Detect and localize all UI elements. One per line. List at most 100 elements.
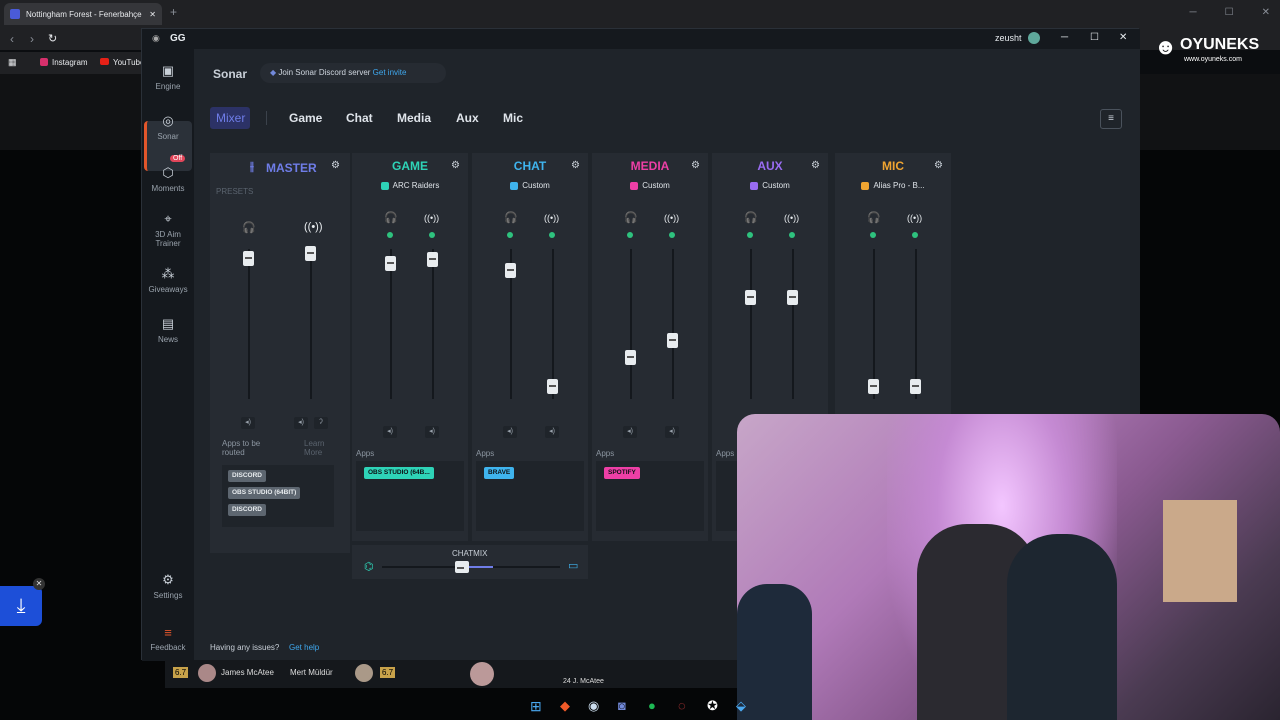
tab-aux[interactable]: Aux <box>456 111 479 125</box>
recorder-icon[interactable]: ◌ <box>678 698 686 713</box>
master-personal-handle[interactable] <box>243 251 254 266</box>
monitor-dot[interactable] <box>747 232 753 238</box>
spotify-icon[interactable]: ● <box>648 698 656 713</box>
personal-track[interactable] <box>873 249 875 399</box>
personal-track[interactable] <box>750 249 752 399</box>
personal-track[interactable] <box>630 249 632 399</box>
apps-grid-icon[interactable]: ▦ <box>8 57 17 68</box>
master-stream-track[interactable] <box>310 249 312 399</box>
stream-volume-handle[interactable] <box>787 289 798 305</box>
forward-icon[interactable]: › <box>30 32 34 46</box>
personal-volume-handle[interactable] <box>505 262 516 278</box>
tab-game[interactable]: Game <box>289 111 322 125</box>
discord-taskbar-icon[interactable]: ◙ <box>618 698 626 713</box>
app-minimize-icon[interactable]: ─ <box>1061 32 1068 43</box>
channel-gear-icon[interactable]: ⚙ <box>451 160 460 171</box>
stream-volume-handle[interactable] <box>547 378 558 394</box>
channel-device[interactable]: Custom <box>592 181 708 190</box>
app-maximize-icon[interactable]: ☐ <box>1090 32 1099 43</box>
discord-invite-link[interactable]: Get invite <box>373 68 407 77</box>
master-mute-icon[interactable]: ◂) <box>241 417 255 429</box>
sidebar-item-engine[interactable]: ▣ Engine <box>142 63 194 91</box>
minimize-icon[interactable]: ─ <box>1190 7 1197 18</box>
master-ear-icon[interactable]: ʔ <box>314 417 328 429</box>
close-icon[interactable]: ✕ <box>1262 7 1270 18</box>
app-chip[interactable]: SPOTIFY <box>604 467 640 479</box>
discord-banner[interactable]: ◆ Join Sonar Discord server Get invite <box>260 63 446 83</box>
stream-track[interactable] <box>432 249 434 399</box>
app-chip-obs[interactable]: OBS STUDIO (64BIT) <box>228 487 301 499</box>
stream-track[interactable] <box>792 249 794 399</box>
personal-track[interactable] <box>390 249 392 399</box>
tab-mixer[interactable]: Mixer <box>216 111 245 125</box>
monitor-dot[interactable] <box>870 232 876 238</box>
windows-start-icon[interactable]: ⊞ <box>530 698 542 715</box>
avatar[interactable] <box>1028 32 1040 44</box>
channel-device[interactable]: Alias Pro - B... <box>835 181 951 190</box>
app-chip-discord-2[interactable]: DISCORD <box>228 504 266 516</box>
stream-dot[interactable] <box>429 232 435 238</box>
app-chip[interactable]: OBS STUDIO (64B... <box>364 467 434 479</box>
stream-volume-handle[interactable] <box>427 251 438 267</box>
username[interactable]: zeusht <box>995 33 1022 43</box>
bookmark-youtube[interactable]: YouTube <box>113 58 144 67</box>
sidebar-item-giveaways[interactable]: ⁂ Giveaways <box>142 266 194 294</box>
sidebar-item-news[interactable]: ▤ News <box>142 316 194 344</box>
channel-device[interactable]: Custom <box>472 181 588 190</box>
tab-chat[interactable]: Chat <box>346 111 373 125</box>
sidebar-item-moments[interactable]: ⬡ Moments <box>142 165 194 193</box>
tab-media[interactable]: Media <box>397 111 431 125</box>
personal-mute-icon[interactable]: ◂) <box>383 426 397 438</box>
monitor-dot[interactable] <box>507 232 513 238</box>
sidebar-item-feedback[interactable]: ≡ Feedback <box>142 625 194 652</box>
stream-track[interactable] <box>915 249 917 399</box>
stream-mute-icon[interactable]: ◂) <box>425 426 439 438</box>
stream-volume-handle[interactable] <box>667 332 678 348</box>
personal-volume-handle[interactable] <box>385 255 396 271</box>
master-personal-track[interactable] <box>248 249 250 399</box>
back-icon[interactable]: ‹ <box>10 32 14 46</box>
stream-dot[interactable] <box>789 232 795 238</box>
sidebar-item-settings[interactable]: ⚙ Settings <box>142 572 194 600</box>
channel-gear-icon[interactable]: ⚙ <box>811 160 820 171</box>
stream-volume-handle[interactable] <box>910 378 921 394</box>
channel-gear-icon[interactable]: ⚙ <box>934 160 943 171</box>
new-tab-button[interactable]: + <box>170 5 177 19</box>
reload-icon[interactable]: ↻ <box>48 32 57 45</box>
tab-mic[interactable]: Mic <box>503 111 523 125</box>
app-taskbar-icon[interactable]: ⬙ <box>736 698 746 714</box>
tab-close-icon[interactable]: ✕ <box>149 10 156 19</box>
chatmix-handle[interactable] <box>455 561 470 573</box>
stream-mute-icon[interactable]: ◂) <box>545 426 559 438</box>
master-stream-mute-icon[interactable]: ◂) <box>294 417 308 429</box>
channel-gear-icon[interactable]: ⚙ <box>691 160 700 171</box>
download-icon[interactable]: ⤓ <box>0 586 42 626</box>
channel-gear-icon[interactable]: ⚙ <box>571 160 580 171</box>
personal-mute-icon[interactable]: ◂) <box>503 426 517 438</box>
app-chip[interactable]: BRAVE <box>484 467 515 479</box>
stream-dot[interactable] <box>549 232 555 238</box>
download-close-icon[interactable]: ✕ <box>33 578 45 590</box>
channel-device[interactable]: ARC Raiders <box>352 181 468 190</box>
sidebar-item-sonar[interactable]: ◎ Sonar <box>142 113 194 141</box>
stream-track[interactable] <box>552 249 554 399</box>
monitor-dot[interactable] <box>387 232 393 238</box>
personal-volume-handle[interactable] <box>745 289 756 305</box>
stream-track[interactable] <box>672 249 674 399</box>
bookmark-instagram[interactable]: Instagram <box>52 58 88 67</box>
app-chip-discord[interactable]: DISCORD <box>228 470 266 482</box>
maximize-icon[interactable]: ☐ <box>1225 7 1234 18</box>
master-gear-icon[interactable]: ⚙ <box>331 160 340 171</box>
stream-mute-icon[interactable]: ◂) <box>665 426 679 438</box>
personal-volume-handle[interactable] <box>625 350 636 366</box>
stream-dot[interactable] <box>912 232 918 238</box>
steam-icon[interactable]: ◉ <box>588 698 599 714</box>
channel-device[interactable]: Custom <box>712 181 828 190</box>
monitor-dot[interactable] <box>627 232 633 238</box>
gg-taskbar-icon[interactable]: ✪ <box>707 698 718 714</box>
brave-icon[interactable]: ◆ <box>560 698 570 714</box>
stream-dot[interactable] <box>669 232 675 238</box>
personal-mute-icon[interactable]: ◂) <box>623 426 637 438</box>
browser-tab[interactable]: Nottingham Forest - Fenerbahçe ✕ <box>4 3 162 25</box>
learn-more-link[interactable]: Learn More <box>304 439 332 457</box>
